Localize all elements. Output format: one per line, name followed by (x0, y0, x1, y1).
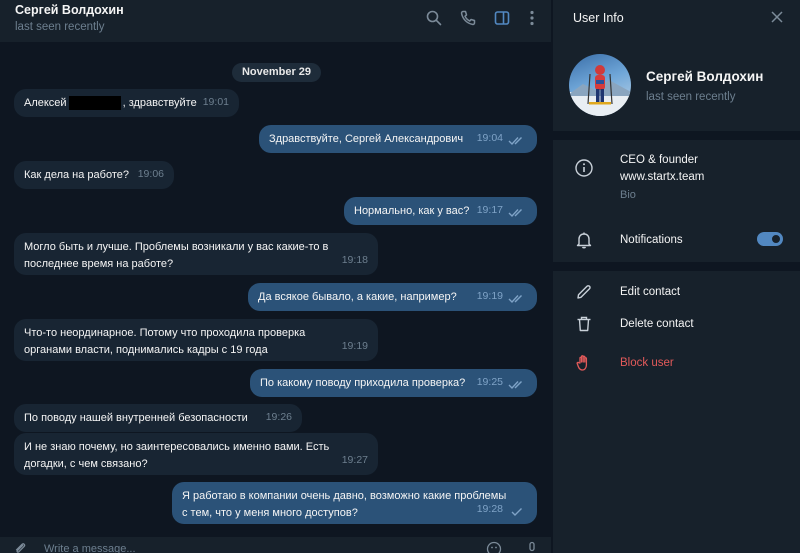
check-icon (508, 507, 526, 517)
message-time: 19:17 (476, 204, 503, 216)
message-text: По поводу нашей внутренней безопасности (24, 412, 248, 424)
avatar[interactable] (569, 54, 631, 116)
message-text: последнее время на работе? (24, 258, 174, 270)
emoji-icon[interactable] (486, 541, 502, 553)
message-incoming[interactable]: По поводу нашей внутренней безопасности … (14, 404, 302, 432)
chat-panel: Сергей Волдохин last seen recently Novem… (0, 0, 551, 553)
message-text: По какому поводу приходила проверка? (260, 377, 466, 389)
message-incoming[interactable]: Алексей , здравствуйте 19:01 (14, 89, 239, 117)
double-check-icon (508, 294, 526, 304)
message-text: Могло быть и лучше. Проблемы возникали у… (24, 241, 329, 253)
delete-contact-button[interactable]: Delete contact (620, 318, 694, 330)
chat-header[interactable]: Сергей Волдохин last seen recently (0, 0, 551, 42)
message-composer[interactable]: Write a message... (0, 537, 551, 553)
message-text: Как дела на работе? (24, 169, 129, 181)
message-incoming[interactable]: И не знаю почему, но заинтересовались им… (14, 433, 378, 475)
block-user-button[interactable]: Block user (620, 357, 674, 369)
message-time: 19:04 (476, 132, 503, 144)
bio-label: Bio (620, 189, 636, 201)
chat-title[interactable]: Сергей Волдохин (15, 3, 124, 17)
message-incoming[interactable]: Как дела на работе? 19:06 (14, 161, 174, 189)
toggle-knob (770, 233, 782, 245)
mic-icon[interactable] (524, 541, 540, 553)
message-text: Да всякое бывало, а какие, например? (258, 291, 457, 303)
phone-icon[interactable] (459, 9, 477, 27)
section-divider (553, 262, 800, 271)
message-time: 19:19 (476, 290, 503, 302)
message-text: Что-то неординарное. Потому что проходил… (24, 327, 306, 339)
message-incoming[interactable]: Что-то неординарное. Потому что проходил… (14, 319, 378, 361)
message-time: 19:19 (341, 340, 368, 352)
sidebar-icon[interactable] (493, 9, 511, 27)
message-text: догадки, с чем связано? (24, 458, 148, 470)
message-time: 19:06 (137, 168, 164, 180)
message-outgoing[interactable]: Я работаю в компании очень давно, возмож… (172, 482, 537, 524)
message-time: 19:18 (341, 254, 368, 266)
edit-contact-button[interactable]: Edit contact (620, 286, 680, 298)
bio-line[interactable]: CEO & founder (620, 154, 698, 166)
message-time: 19:01 (202, 96, 229, 108)
redaction-block (68, 96, 121, 111)
message-time: 19:27 (341, 454, 368, 466)
message-outgoing[interactable]: Нормально, как у вас? 19:17 (344, 197, 537, 225)
close-icon[interactable] (770, 10, 784, 24)
bio-line[interactable]: www.startx.team (620, 171, 704, 183)
more-icon[interactable] (523, 9, 541, 27)
message-outgoing[interactable]: По какому поводу приходила проверка? 19:… (250, 369, 537, 397)
message-text: органами власти, поднимались кадры с 19 … (24, 344, 268, 356)
message-text: Здравствуйте, Сергей Александрович (269, 133, 464, 145)
message-incoming[interactable]: Могло быть и лучше. Проблемы возникали у… (14, 233, 378, 275)
double-check-icon (508, 208, 526, 218)
message-list[interactable]: November 29 Алексей, здравствуйте 19:01 … (0, 42, 551, 537)
hand-icon (574, 353, 594, 373)
pencil-icon (574, 282, 594, 302)
notifications-toggle[interactable] (757, 232, 783, 246)
panel-title: User Info (573, 11, 624, 25)
message-text: И не знаю почему, но заинтересовались им… (24, 441, 330, 453)
message-input[interactable]: Write a message... (44, 543, 136, 553)
trash-icon (574, 314, 594, 334)
user-info-panel: User Info Сергей Волдохин last seen rece… (552, 0, 800, 553)
message-outgoing[interactable]: Здравствуйте, Сергей Александрович 19:04 (259, 125, 537, 153)
message-time: 19:25 (476, 376, 503, 388)
attach-icon[interactable] (12, 541, 28, 553)
message-time: 19:28 (476, 503, 503, 515)
double-check-icon (508, 136, 526, 146)
info-icon (574, 158, 594, 178)
profile-status: last seen recently (646, 91, 736, 103)
message-text: Алексей (24, 97, 67, 109)
double-check-icon (508, 380, 526, 390)
section-divider (553, 131, 800, 140)
message-text: Я работаю в компании очень давно, возмож… (182, 490, 507, 502)
message-text: Нормально, как у вас? (354, 205, 470, 217)
notifications-label[interactable]: Notifications (620, 234, 683, 246)
date-separator: November 29 (232, 63, 321, 82)
search-icon[interactable] (425, 9, 443, 27)
chat-status: last seen recently (15, 21, 105, 33)
message-outgoing[interactable]: Да всякое бывало, а какие, например? 19:… (248, 283, 537, 311)
message-time: 19:26 (265, 411, 292, 423)
message-text: , здравствуйте (122, 97, 197, 109)
message-text: с тем, что у меня много доступов? (182, 507, 358, 519)
profile-name: Сергей Волдохин (646, 69, 764, 84)
bell-icon (574, 230, 594, 250)
